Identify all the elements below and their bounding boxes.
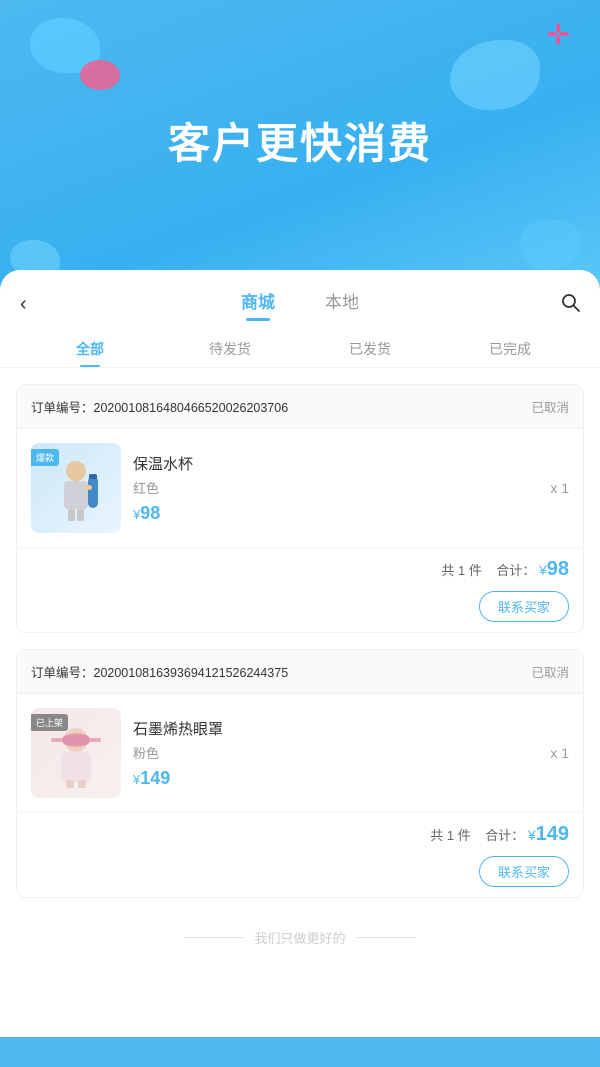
order-status-1: 已取消 (531, 397, 569, 416)
product-qty-2: x 1 (550, 745, 569, 761)
plus-icon: ✛ (547, 18, 570, 51)
order-footer-2: 共 1 件 合计： ¥149 联系买家 (17, 812, 583, 897)
main-card: ‹ 商城 本地 全部 待发货 已发货 已完成 订单编号：202001081648… (0, 270, 600, 1037)
product-row-1: 爆款 (17, 429, 583, 547)
product-name-2: 石墨烯热眼罩 (133, 718, 538, 739)
total-label-1: 合计： (496, 563, 535, 578)
order-summary-1: 共 1 件 合计： ¥98 (31, 558, 569, 581)
product-image-2: 已上架 (31, 708, 121, 798)
product-image-1: 爆款 (31, 443, 121, 533)
product-info-1: 保温水杯 红色 ¥98 (133, 453, 538, 524)
product-price-2: ¥149 (133, 768, 538, 789)
footer-text: 我们只做更好的 (0, 898, 600, 967)
decorative-blob-4 (520, 220, 580, 270)
tab-local[interactable]: 本地 (325, 288, 359, 321)
order-id-1: 订单编号：2020010816480466520026203706 (31, 397, 288, 416)
filter-completed[interactable]: 已完成 (440, 331, 580, 367)
filter-all[interactable]: 全部 (20, 331, 160, 367)
product-variant-1: 红色 (133, 478, 538, 497)
eye-mask-svg (41, 718, 111, 788)
filter-pending-ship[interactable]: 待发货 (160, 331, 300, 367)
search-button[interactable] (550, 292, 580, 318)
person-thermos-svg (46, 451, 106, 526)
product-variant-2: 粉色 (133, 743, 538, 762)
order-footer-1: 共 1 件 合计： ¥98 联系买家 (17, 547, 583, 632)
total-yen-2: ¥ (528, 827, 536, 843)
product-illustration-1 (31, 443, 121, 533)
total-price-2: ¥149 (528, 823, 569, 845)
decorative-blob-3 (450, 40, 540, 110)
decorative-blob-2 (80, 60, 120, 90)
order-block-2: 订单编号：2020010816393694121526244375 已取消 已上… (16, 649, 584, 898)
product-illustration-2 (31, 708, 121, 798)
filter-row: 全部 待发货 已发货 已完成 (0, 321, 600, 368)
contact-buyer-btn-1[interactable]: 联系买家 (479, 591, 569, 622)
total-label-2: 合计： (485, 828, 524, 843)
nav-row: ‹ 商城 本地 (0, 270, 600, 321)
hero-title: 客户更快消费 (0, 110, 600, 171)
hero-section: ✛ 客户更快消费 (0, 0, 600, 300)
total-count-2: 共 1 件 (430, 828, 470, 843)
product-price-1: ¥98 (133, 503, 538, 524)
tab-mall[interactable]: 商城 (241, 288, 275, 321)
product-info-2: 石墨烯热眼罩 粉色 ¥149 (133, 718, 538, 789)
search-icon (560, 292, 580, 312)
total-price-1: ¥98 (539, 558, 569, 580)
back-button[interactable]: ‹ (20, 293, 50, 316)
order-header-1: 订单编号：2020010816480466520026203706 已取消 (17, 385, 583, 429)
order-summary-2: 共 1 件 合计： ¥149 (31, 823, 569, 846)
contact-buyer-btn-2[interactable]: 联系买家 (479, 856, 569, 887)
filter-shipped[interactable]: 已发货 (300, 331, 440, 367)
total-count-1: 共 1 件 (441, 563, 481, 578)
product-row-2: 已上架 (17, 694, 583, 812)
order-id-2: 订单编号：2020010816393694121526244375 (31, 662, 288, 681)
product-qty-1: x 1 (550, 480, 569, 496)
product-name-1: 保温水杯 (133, 453, 538, 474)
order-header-2: 订单编号：2020010816393694121526244375 已取消 (17, 650, 583, 694)
total-yen-1: ¥ (539, 562, 547, 578)
order-block-1: 订单编号：2020010816480466520026203706 已取消 爆款 (16, 384, 584, 633)
order-status-2: 已取消 (531, 662, 569, 681)
nav-tabs: 商城 本地 (50, 288, 550, 321)
